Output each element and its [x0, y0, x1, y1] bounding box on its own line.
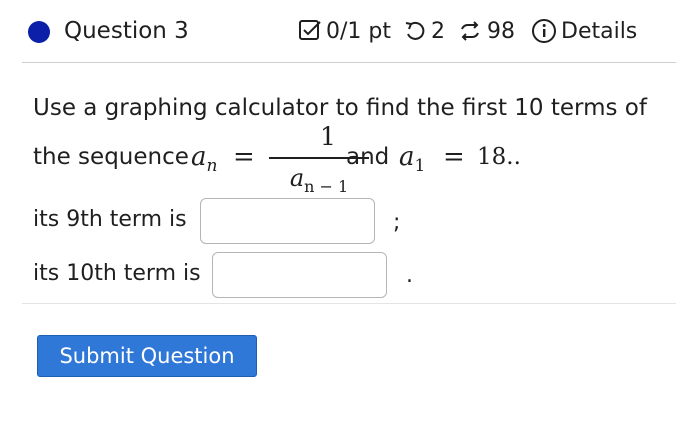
sequence-term: an [191, 142, 218, 177]
attempts-count: 98 [487, 18, 515, 44]
and-label: and [346, 144, 390, 170]
problem-intro: Use a graphing calculator to find the fi… [33, 95, 647, 121]
question-title: Question 3 [64, 18, 189, 44]
ninth-term-punct: ; [393, 210, 401, 235]
info-icon[interactable] [531, 18, 557, 44]
ninth-term-input[interactable] [200, 198, 375, 244]
initial-term: a1 [399, 142, 426, 177]
answer-divider [22, 303, 676, 304]
tenth-term-label: its 10th term is [33, 261, 201, 286]
tenth-term-input[interactable] [212, 252, 387, 298]
initial-value: 18.. [477, 144, 521, 170]
question-status-dot [28, 21, 50, 43]
undo-icon [403, 19, 427, 43]
question-header: Question 3 0/1 pt 2 98 Details [0, 0, 700, 62]
attempts-icon [457, 19, 483, 43]
sequence-label: the sequence [33, 144, 189, 170]
question-meta: 0/1 pt 2 98 Details [298, 15, 637, 47]
equals-sign-2: = [443, 142, 465, 172]
header-divider [22, 62, 676, 63]
tenth-term-punct: . [406, 263, 413, 288]
details-link[interactable]: Details [561, 19, 637, 44]
retries-count: 2 [431, 18, 445, 44]
checkbox-icon [298, 19, 322, 43]
ninth-term-label: its 9th term is [33, 207, 187, 232]
score-text: 0/1 pt [326, 18, 391, 44]
equals-sign: = [233, 142, 255, 172]
submit-question-button[interactable]: Submit Question [37, 335, 257, 377]
